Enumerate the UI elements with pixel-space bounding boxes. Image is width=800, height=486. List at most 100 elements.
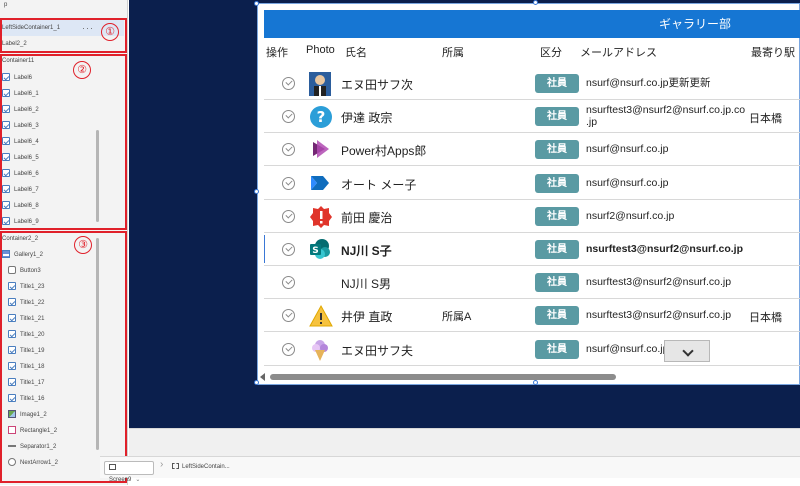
column-header-station: 最寄り駅 <box>751 47 795 59</box>
tree-item-label6[interactable]: Label6_8 <box>0 198 124 214</box>
tree-item-title[interactable]: Title1_23 <box>0 279 124 295</box>
tree-item-label6[interactable]: Label6_9 <box>0 214 124 230</box>
sharepoint-icon: S <box>309 238 331 262</box>
tree-item-container11[interactable]: Container11 <box>0 53 124 69</box>
column-header-operation: 操作 <box>266 47 288 59</box>
select-check-icon[interactable] <box>282 309 295 323</box>
row-email: nsurf2@nsurf.co.jp <box>586 209 675 222</box>
label-icon <box>8 346 16 355</box>
more-options-icon[interactable]: ··· <box>82 20 94 36</box>
gallery-control[interactable]: ギャラリー部 操作 Photo 氏名 所属 区分 メールアドレス 最寄り駅 エヌ… <box>257 3 800 385</box>
callout-number-1: ① <box>101 23 119 41</box>
row-name: Power村Apps郎 <box>341 144 427 159</box>
tree-item-label: Label6_2 <box>14 107 39 113</box>
employee-type-badge[interactable]: 社員 <box>535 173 579 193</box>
tree-item-separator[interactable]: Separator1_2 <box>0 439 124 455</box>
tree-item-title[interactable]: Title1_22 <box>0 295 124 311</box>
row-name: NJ川 S男 <box>341 277 392 292</box>
table-row[interactable]: ? 伊達 政宗 社員 nsurftest3@nsurf2@nsurf.co.jp.co… <box>264 100 800 134</box>
tree-item-image[interactable]: Image1_2 <box>0 407 124 423</box>
tree-item-label: Label6_4 <box>14 139 39 145</box>
tree-item-label6[interactable]: Label6_2 <box>0 102 124 118</box>
table-row[interactable]: エヌ田サフ夫 社員 nsurf@nsurf.co.jp <box>264 333 800 366</box>
employee-type-badge[interactable]: 社員 <box>535 306 579 326</box>
tree-item-label6[interactable]: Label6_1 <box>0 86 124 102</box>
separator-icon <box>8 445 16 448</box>
label-icon <box>8 298 16 307</box>
table-row[interactable]: オート メー子 社員 nsurf@nsurf.co.jp <box>264 167 800 200</box>
select-check-icon[interactable] <box>282 176 295 190</box>
tree-item-label6[interactable]: Label6 <box>0 70 124 86</box>
tree-item-label: Image1_2 <box>20 412 47 418</box>
screen-tab[interactable]: Screen9 ⌄ <box>104 461 154 483</box>
tree-item-rectangle[interactable]: Rectangle1_2 <box>0 423 124 439</box>
select-check-icon[interactable] <box>282 342 295 356</box>
tree-scrollbar[interactable] <box>96 130 99 222</box>
tree-item-title[interactable]: Title1_16 <box>0 391 124 407</box>
table-row[interactable]: エヌ田サフ次 社員 nsurf@nsurf.co.jp更新更新 <box>264 67 800 100</box>
label-icon <box>2 121 10 130</box>
employee-type-badge[interactable]: 社員 <box>535 74 579 93</box>
table-row[interactable]: 前田 慶治 社員 nsurf2@nsurf.co.jp <box>264 200 800 233</box>
resize-handle[interactable] <box>254 1 259 6</box>
photo-empty <box>309 271 331 295</box>
column-header-photo: Photo <box>306 44 335 56</box>
row-email: nsurftest3@nsurf2@nsurf.co.jp.co .jp <box>586 104 746 129</box>
tree-item-title[interactable]: Title1_17 <box>0 375 124 391</box>
select-check-icon[interactable] <box>282 143 295 157</box>
select-check-icon[interactable] <box>282 209 295 223</box>
breadcrumb-separator-icon: › <box>160 459 164 470</box>
select-check-icon[interactable] <box>282 77 295 90</box>
table-row[interactable]: 井伊 直政 所属A 社員 nsurftest3@nsurf2@nsurf.co.jp 日… <box>264 299 800 333</box>
resize-handle[interactable] <box>254 189 259 194</box>
tree-item-gallery[interactable]: Gallery1_2 <box>0 247 124 263</box>
label-icon <box>2 169 10 178</box>
svg-text:?: ? <box>317 108 326 126</box>
tree-view-panel: p LeftSideContainer1_1 ··· Label2_2 Cont… <box>0 0 128 485</box>
tree-item-title[interactable]: Title1_19 <box>0 343 124 359</box>
employee-type-badge[interactable]: 社員 <box>535 273 579 293</box>
tree-item-label: LeftSideContainer1_1 <box>2 25 61 31</box>
container-tab[interactable]: LeftSideContain... <box>168 461 236 475</box>
tree-item-title[interactable]: Title1_21 <box>0 311 124 327</box>
table-row[interactable]: NJ川 S男 社員 nsurftest3@nsurf2@nsurf.co.jp <box>264 266 800 300</box>
scrollbar-thumb[interactable] <box>270 374 616 380</box>
scroll-left-arrow-icon[interactable] <box>260 373 265 381</box>
tree-item-label6[interactable]: Label6_7 <box>0 182 124 198</box>
tree-item-label: Label6_5 <box>14 155 39 161</box>
tree-item-label: Label6_1 <box>14 91 39 97</box>
employee-type-badge[interactable]: 社員 <box>535 240 579 259</box>
tree-item-title[interactable]: Title1_18 <box>0 359 124 375</box>
tree-item-title[interactable]: Title1_20 <box>0 327 124 343</box>
table-row[interactable]: Power村Apps郎 社員 nsurf@nsurf.co.jp <box>264 133 800 167</box>
tree-scrollbar[interactable] <box>96 238 99 450</box>
person-photo <box>309 72 331 96</box>
select-check-icon[interactable] <box>282 276 295 290</box>
select-check-icon[interactable] <box>282 243 295 256</box>
employee-type-badge[interactable]: 社員 <box>535 206 579 226</box>
tree-item-button[interactable]: Button3 <box>0 263 124 279</box>
gallery-icon <box>2 250 10 259</box>
employee-type-badge[interactable]: 社員 <box>535 140 579 160</box>
tree-item-label: NextArrow1_2 <box>20 460 59 466</box>
tree-item-container2[interactable]: Container2_2 <box>0 231 124 247</box>
row-name: NJ川 S子 <box>341 244 392 258</box>
table-row[interactable]: S NJ川 S子 社員 nsurftest3@nsurf2@nsurf.co.jp <box>264 233 800 266</box>
tree-item-label: Title1_16 <box>20 396 45 402</box>
row-name: 前田 慶治 <box>341 210 393 225</box>
tree-item-label6[interactable]: Label6_3 <box>0 118 124 134</box>
next-arrow-button[interactable] <box>664 340 710 362</box>
employee-type-badge[interactable]: 社員 <box>535 107 579 127</box>
tree-item-label6[interactable]: Label6_5 <box>0 150 124 166</box>
select-check-icon[interactable] <box>282 110 295 124</box>
resize-handle[interactable] <box>533 0 538 5</box>
tree-item-label6[interactable]: Label6_4 <box>0 134 124 150</box>
tree-item-label6[interactable]: Label6_6 <box>0 166 124 182</box>
tree-item-label: Separator1_2 <box>20 444 57 450</box>
tree-item-label: Label6_7 <box>14 187 39 193</box>
label-icon <box>8 394 16 403</box>
horizontal-scrollbar[interactable] <box>258 372 798 382</box>
row-email: nsurf@nsurf.co.jp <box>586 143 669 156</box>
employee-type-badge[interactable]: 社員 <box>535 339 579 359</box>
row-dept: 所属A <box>442 311 472 324</box>
